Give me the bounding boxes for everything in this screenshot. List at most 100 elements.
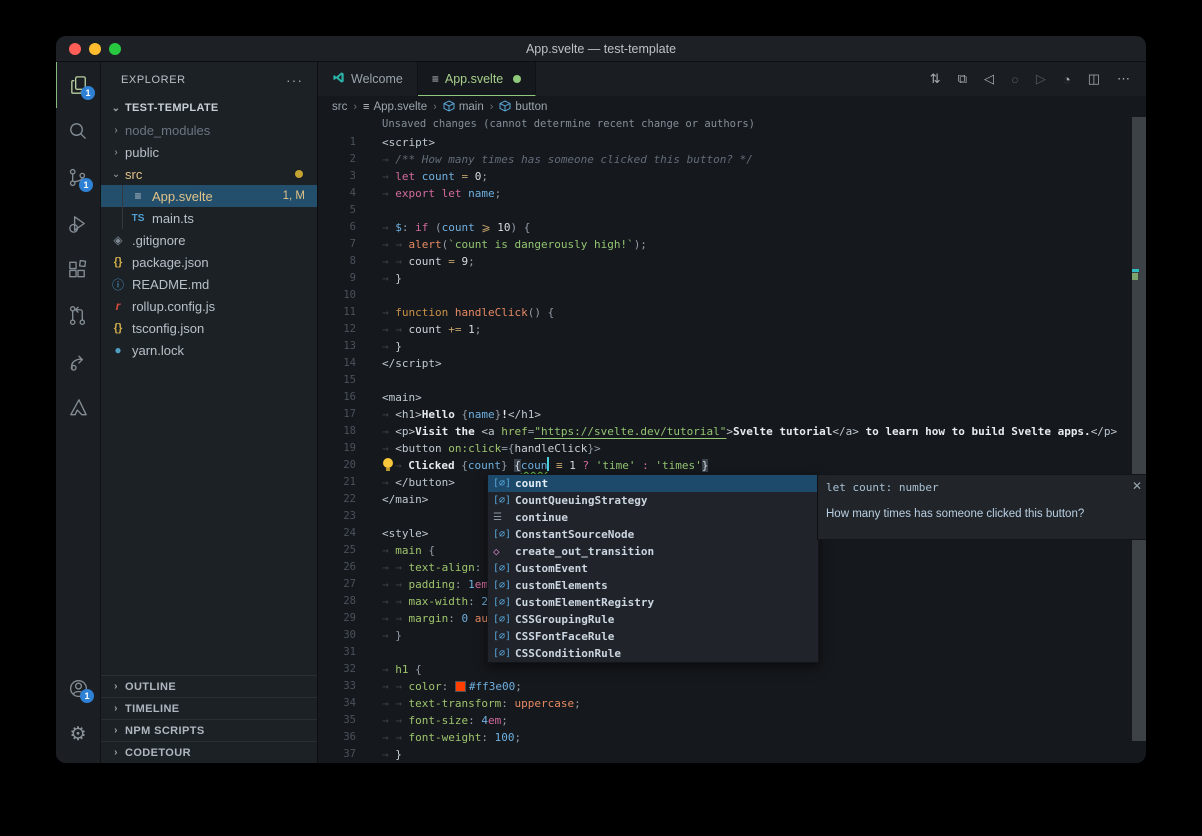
close-icon[interactable]: ✕ <box>1132 479 1142 493</box>
code-line-36[interactable]: 36→ → font-weight: 100; <box>318 729 1146 746</box>
file-item-src[interactable]: ⌄src <box>101 163 317 185</box>
code-line-33[interactable]: 33→ → color: #ff3e00; <box>318 678 1146 695</box>
line-number: 25 <box>318 542 356 559</box>
file-item--gitignore[interactable]: ◈.gitignore <box>101 229 317 251</box>
code-line-18[interactable]: 18→ <p>Visit the <a href="https://svelte… <box>318 423 1146 440</box>
code-content[interactable]: 1<script>2→ /** How many times has someo… <box>318 134 1146 763</box>
file-item-tsconfig-json[interactable]: {}tsconfig.json <box>101 317 317 339</box>
line-number: 24 <box>318 525 356 542</box>
suggestion-customevent[interactable]: [∅]CustomEvent <box>488 560 818 577</box>
tab-app-svelte[interactable]: ≡App.svelte <box>418 62 536 96</box>
code-line-5[interactable]: 5 <box>318 202 1146 219</box>
code-line-2[interactable]: 2→ /** How many times has someone clicke… <box>318 151 1146 168</box>
suggestion-countqueuingstrategy[interactable]: [∅]CountQueuingStrategy <box>488 492 818 509</box>
editor-scrollbar[interactable] <box>1132 117 1146 741</box>
suggestion-constantsourcenode[interactable]: [∅]ConstantSourceNode <box>488 526 818 543</box>
workspace-root-folder[interactable]: ⌄ TEST-TEMPLATE <box>101 97 317 119</box>
file-label: .gitignore <box>132 233 185 248</box>
code-line-15[interactable]: 15 <box>318 372 1146 389</box>
code-line-34[interactable]: 34→ → text-transform: uppercase; <box>318 695 1146 712</box>
chevron-right-icon: › <box>109 703 123 714</box>
file-item-public[interactable]: ›public <box>101 141 317 163</box>
code-line-17[interactable]: 17→ <h1>Hello {name}!</h1> <box>318 406 1146 423</box>
breadcrumb-item-src[interactable]: src <box>332 101 347 113</box>
activity-azure-icon[interactable] <box>56 384 99 430</box>
suggestion-customelements[interactable]: [∅]customElements <box>488 577 818 594</box>
panel-timeline[interactable]: ›TIMELINE <box>101 697 317 719</box>
code-line-12[interactable]: 12→ → count += 1; <box>318 321 1146 338</box>
activity-source-control-icon[interactable]: 1 <box>56 154 99 200</box>
code-line-13[interactable]: 13→ } <box>318 338 1146 355</box>
activity-accounts-icon[interactable]: 1 <box>56 665 100 711</box>
code-line-9[interactable]: 9→ } <box>318 270 1146 287</box>
file-item-app-svelte[interactable]: ≡App.svelte1, M <box>101 185 317 207</box>
activity-explorer-icon[interactable]: 1 <box>56 62 101 108</box>
codelens-unsaved-changes[interactable]: Unsaved changes (cannot determine recent… <box>382 118 755 134</box>
panel-outline[interactable]: ›OUTLINE <box>101 675 317 697</box>
line-number: 37 <box>318 746 356 763</box>
nav-forward-icon[interactable]: ▷ <box>1036 71 1046 87</box>
braces-file-icon: {} <box>109 256 127 268</box>
file-item-yarn-lock[interactable]: ●yarn.lock <box>101 339 317 361</box>
code-line-32[interactable]: 32→ h1 { <box>318 661 1146 678</box>
nav-circle-icon[interactable]: ○ <box>1011 72 1019 87</box>
panel-npm-scripts[interactable]: ›NPM SCRIPTS <box>101 719 317 741</box>
symbol-variable-icon: [∅] <box>493 648 515 659</box>
more-actions-icon[interactable]: ⋯ <box>1117 71 1130 87</box>
code-line-4[interactable]: 4→ export let name; <box>318 185 1146 202</box>
code-line-19[interactable]: 19→ <button on:click={handleClick}> <box>318 440 1146 457</box>
tab-label: App.svelte <box>445 72 503 86</box>
activity-search-icon[interactable] <box>56 108 99 154</box>
suggestion-cssconditionrule[interactable]: [∅]CSSConditionRule <box>488 645 818 662</box>
code-line-11[interactable]: 11→ function handleClick() { <box>318 304 1146 321</box>
activity-extensions-icon[interactable] <box>56 246 99 292</box>
suggestion-create_out_transition[interactable]: ◇create_out_transition <box>488 543 818 560</box>
file-item-main-ts[interactable]: TSmain.ts <box>101 207 317 229</box>
nav-back-icon[interactable]: ◁ <box>984 71 994 87</box>
panel-codetour[interactable]: ›CODETOUR <box>101 741 317 763</box>
suggestion-signature: let count: number <box>818 475 1146 494</box>
activity-badge: 1 <box>80 689 94 703</box>
suggestion-label: customElements <box>515 579 608 592</box>
compare-changes-icon[interactable]: ⇅ <box>930 71 941 87</box>
breadcrumb-item-button[interactable]: button <box>499 100 547 115</box>
lightbulb-icon[interactable] <box>382 458 395 471</box>
title-bar[interactable]: App.svelte — test-template <box>56 36 1146 62</box>
code-line-7[interactable]: 7→ → alert(`count is dangerously high!`)… <box>318 236 1146 253</box>
activity-run-debug-icon[interactable] <box>56 200 99 246</box>
run-codetour-icon[interactable]: ◔ <box>1063 72 1071 87</box>
color-swatch[interactable] <box>456 682 465 691</box>
activity-github-pr-icon[interactable] <box>56 292 99 338</box>
file-item-package-json[interactable]: {}package.json <box>101 251 317 273</box>
tab-welcome[interactable]: Welcome <box>318 62 418 96</box>
line-number: 2 <box>318 151 356 168</box>
code-line-37[interactable]: 37→ } <box>318 746 1146 763</box>
suggestion-cssfontfacerule[interactable]: [∅]CSSFontFaceRule <box>488 628 818 645</box>
open-preview-icon[interactable]: ⧉ <box>958 71 967 87</box>
code-line-10[interactable]: 10 <box>318 287 1146 304</box>
split-editor-icon[interactable]: ◫ <box>1088 71 1100 87</box>
suggestion-count[interactable]: [∅]count <box>488 475 818 492</box>
breadcrumb-item-app-svelte[interactable]: ≡App.svelte <box>363 101 427 113</box>
activity-live-share-icon[interactable] <box>56 338 99 384</box>
breadcrumb-item-main[interactable]: main <box>443 100 484 115</box>
suggestion-label: ConstantSourceNode <box>515 528 634 541</box>
file-label: App.svelte <box>152 189 213 204</box>
file-item-readme-md[interactable]: ⓘREADME.md <box>101 273 317 295</box>
code-line-35[interactable]: 35→ → font-size: 4em; <box>318 712 1146 729</box>
suggestion-cssgroupingrule[interactable]: [∅]CSSGroupingRule <box>488 611 818 628</box>
file-item-rollup-config-js[interactable]: rrollup.config.js <box>101 295 317 317</box>
file-item-node-modules[interactable]: ›node_modules <box>101 119 317 141</box>
code-line-3[interactable]: 3→ let count = 0; <box>318 168 1146 185</box>
code-line-8[interactable]: 8→ → count = 9; <box>318 253 1146 270</box>
suggestion-label: CSSConditionRule <box>515 647 621 660</box>
code-line-6[interactable]: 6→ $: if (count ⩾ 10) { <box>318 219 1146 236</box>
code-line-16[interactable]: 16<main> <box>318 389 1146 406</box>
activity-settings-icon[interactable]: ⚙ <box>56 711 100 757</box>
explorer-more-actions-button[interactable]: ··· <box>286 72 303 88</box>
suggestion-continue[interactable]: ☰continue <box>488 509 818 526</box>
code-line-20[interactable]: 20→ Clicked {count} {coun ≡ 1 ? 'time' :… <box>318 457 1146 474</box>
code-line-1[interactable]: 1<script> <box>318 134 1146 151</box>
suggestion-customelementregistry[interactable]: [∅]CustomElementRegistry <box>488 594 818 611</box>
code-line-14[interactable]: 14</script> <box>318 355 1146 372</box>
